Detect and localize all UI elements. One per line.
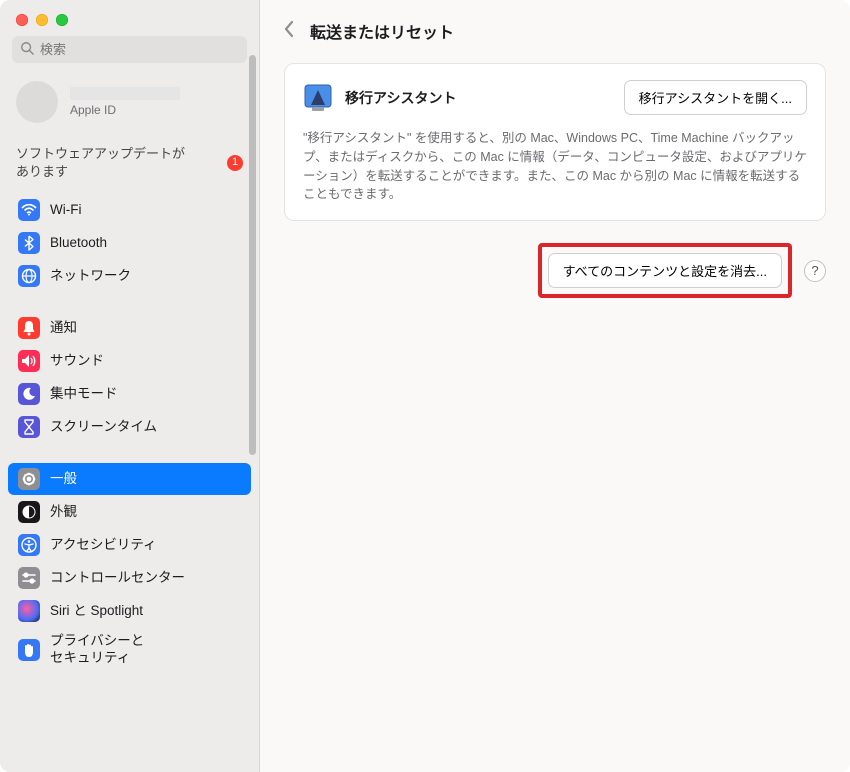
search-field[interactable] [12, 36, 247, 63]
migration-assistant-title: 移行アシスタント [345, 88, 456, 108]
search-icon [20, 41, 40, 58]
sidebar-item-network[interactable]: ネットワーク [8, 260, 251, 292]
sidebar-item-label: ネットワーク [50, 268, 131, 285]
migration-assistant-panel: 移行アシスタント 移行アシスタントを開く... "移行アシスタント" を使用する… [284, 63, 826, 221]
sidebar-item-screentime[interactable]: スクリーンタイム [8, 411, 251, 443]
sidebar-nav: Wi-Fi Bluetooth ネットワーク 通知 [0, 193, 259, 673]
sidebar-item-sound[interactable]: サウンド [8, 345, 251, 377]
migration-assistant-icon [303, 83, 333, 113]
apple-id-row[interactable]: Apple ID [0, 71, 259, 137]
network-icon [18, 265, 40, 287]
siri-icon [18, 600, 40, 622]
sidebar-item-label: Wi-Fi [50, 202, 81, 219]
account-name-redacted [70, 87, 180, 100]
sidebar-item-siri[interactable]: Siri と Spotlight [8, 595, 251, 627]
fullscreen-window-button[interactable] [56, 14, 68, 26]
window-controls [0, 0, 259, 36]
sidebar-item-label: サウンド [50, 353, 104, 370]
sidebar-item-label: 一般 [50, 471, 77, 488]
open-migration-assistant-button[interactable]: 移行アシスタントを開く... [624, 80, 807, 115]
avatar [16, 81, 58, 123]
sidebar-item-label: コントロールセンター [50, 570, 185, 587]
back-button[interactable] [280, 18, 298, 43]
accessibility-icon [18, 534, 40, 556]
sidebar-item-label: アクセシビリティ [50, 537, 157, 554]
page-title: 転送またはリセット [310, 19, 454, 43]
sidebar-item-label: Bluetooth [50, 235, 107, 252]
hand-icon [18, 639, 40, 661]
settings-window: Apple ID ソフトウェアアップデートがあります 1 Wi-Fi Bluet… [0, 0, 850, 772]
sidebar-item-bluetooth[interactable]: Bluetooth [8, 227, 251, 259]
sidebar-item-label: 通知 [50, 320, 77, 337]
migration-assistant-description: "移行アシスタント" を使用すると、別の Mac、Windows PC、Time… [303, 129, 807, 204]
sidebar-item-label: Siri と Spotlight [50, 603, 143, 620]
speaker-icon [18, 350, 40, 372]
sidebar-item-label: 集中モード [50, 386, 118, 403]
software-update-row[interactable]: ソフトウェアアップデートがあります 1 [0, 137, 259, 193]
close-window-button[interactable] [16, 14, 28, 26]
sidebar-item-general[interactable]: 一般 [8, 463, 251, 495]
appearance-icon [18, 501, 40, 523]
sidebar-item-focus[interactable]: 集中モード [8, 378, 251, 410]
erase-highlight: すべてのコンテンツと設定を消去... [538, 243, 792, 298]
header: 転送またはリセット [260, 0, 850, 63]
sidebar: Apple ID ソフトウェアアップデートがあります 1 Wi-Fi Bluet… [0, 0, 260, 772]
erase-all-content-button[interactable]: すべてのコンテンツと設定を消去... [548, 253, 782, 288]
bluetooth-icon [18, 232, 40, 254]
help-button[interactable]: ? [804, 260, 826, 282]
software-update-label: ソフトウェアアップデートがあります [16, 145, 186, 181]
sidebar-item-notifications[interactable]: 通知 [8, 312, 251, 344]
main-content: 転送またはリセット 移行アシスタント 移行アシスタントを開く... "移行アシス… [260, 0, 850, 772]
update-badge: 1 [227, 155, 243, 171]
gear-icon [18, 468, 40, 490]
sidebar-item-accessibility[interactable]: アクセシビリティ [8, 529, 251, 561]
bell-icon [18, 317, 40, 339]
sidebar-item-control-center[interactable]: コントロールセンター [8, 562, 251, 594]
minimize-window-button[interactable] [36, 14, 48, 26]
apple-id-label: Apple ID [70, 103, 180, 117]
hourglass-icon [18, 416, 40, 438]
sliders-icon [18, 567, 40, 589]
sidebar-item-privacy[interactable]: プライバシーと セキュリティ [8, 628, 251, 672]
wifi-icon [18, 199, 40, 221]
sidebar-item-label: スクリーンタイム [50, 419, 157, 436]
sidebar-item-wifi[interactable]: Wi-Fi [8, 194, 251, 226]
moon-icon [18, 383, 40, 405]
sidebar-item-label: 外観 [50, 504, 77, 521]
sidebar-item-label: プライバシーと セキュリティ [50, 633, 144, 667]
sidebar-item-appearance[interactable]: 外観 [8, 496, 251, 528]
search-input[interactable] [40, 42, 239, 57]
sidebar-scrollbar[interactable] [249, 55, 256, 455]
